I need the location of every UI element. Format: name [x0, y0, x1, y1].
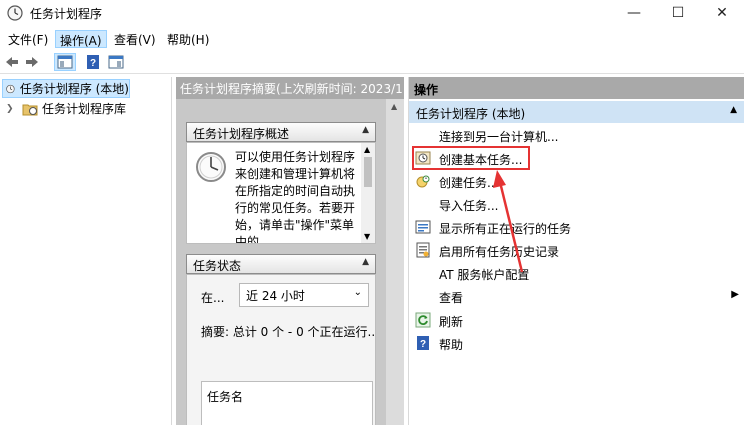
toolbar: ? — [0, 50, 744, 74]
status-summary: 摘要: 总计 0 个 - 0 个正在运行... — [201, 325, 376, 339]
action-label: 创建任务... — [439, 176, 499, 190]
action-label: 导入任务... — [439, 199, 499, 213]
overview-section-body: 可以使用任务计划程序来创建和管理计算机将在所指定的时间自动执行的常见任务。若要开… — [186, 142, 376, 244]
running-tasks-icon — [415, 220, 431, 234]
overview-title: 任务计划程序概述 — [193, 127, 290, 141]
chevron-down-icon: ⌄ — [353, 287, 362, 298]
title-bar: 任务计划程序 — ☐ ✕ — [0, 0, 744, 26]
action-view[interactable]: 查看 ▶ — [409, 285, 744, 307]
collapse-up-icon[interactable]: ▲ — [362, 125, 369, 135]
forward-button[interactable] — [24, 53, 40, 71]
actions-pane: 操作 任务计划程序 (本地) ▲ 连接到另一台计算机... 创建基本任务... … — [408, 77, 744, 425]
clock-icon — [7, 5, 23, 21]
action-help[interactable]: ? 帮助 — [409, 332, 744, 354]
status-section-body: 在... 近 24 小时 ⌄ 摘要: 总计 0 个 - 0 个正在运行... 任… — [186, 274, 376, 425]
submenu-arrow-icon: ▶ — [731, 289, 739, 300]
summary-pane: 任务计划程序摘要(上次刷新时间: 2023/11/ 任务计划程序概述 ▲ 可以使… — [176, 77, 404, 425]
chevron-right-icon[interactable]: ❯ — [6, 104, 18, 114]
menu-help[interactable]: 帮助(H) — [163, 30, 213, 48]
tree-item-label: 任务计划程序库 — [42, 102, 127, 116]
svg-text:?: ? — [90, 58, 96, 69]
status-range-select[interactable]: 近 24 小时 ⌄ — [239, 283, 369, 307]
task-list: 任务名 — [201, 381, 373, 425]
action-create-task[interactable]: 创建任务... — [409, 170, 744, 192]
show-hide-action-pane-button[interactable] — [106, 53, 126, 71]
highlight-box — [412, 146, 530, 170]
action-label: 查看 — [439, 291, 464, 305]
action-show-running-tasks[interactable]: 显示所有正在运行的任务 — [409, 216, 744, 238]
task-icon — [416, 175, 430, 188]
task-scheduler-window: 任务计划程序 — ☐ ✕ 文件(F) 操作(A) 查看(V) 帮助(H) ? 任 — [0, 0, 744, 425]
action-label: AT 服务帐户配置 — [439, 268, 530, 282]
actions-section-header[interactable]: 任务计划程序 (本地) ▲ — [409, 101, 744, 123]
menu-action[interactable]: 操作(A) — [55, 30, 107, 48]
overview-description: 可以使用任务计划程序来创建和管理计算机将在所指定的时间自动执行的常见任务。若要开… — [235, 150, 356, 244]
console-tree-icon — [57, 55, 73, 69]
folder-clock-icon — [22, 104, 38, 115]
back-arrow-icon — [6, 57, 18, 67]
help-toolbar-button[interactable]: ? — [84, 53, 102, 71]
task-name-column-header[interactable]: 任务名 — [207, 388, 243, 405]
status-title: 任务状态 — [193, 259, 242, 273]
collapse-up-icon[interactable]: ▲ — [730, 105, 737, 115]
action-label: 刷新 — [439, 315, 464, 329]
tree-item-task-scheduler-local[interactable]: 任务计划程序 (本地) — [2, 79, 130, 98]
help-book-icon: ? — [87, 55, 99, 69]
action-label: 帮助 — [439, 338, 464, 352]
large-clock-icon — [196, 152, 226, 182]
action-refresh[interactable]: 刷新 — [409, 309, 744, 331]
action-label: 显示所有正在运行的任务 — [439, 222, 572, 236]
action-label: 连接到另一台计算机... — [439, 130, 559, 144]
tree-item-task-library[interactable]: ❯ 任务计划程序库 — [6, 99, 126, 118]
minimize-button[interactable]: — — [612, 0, 656, 26]
tree-item-label: 任务计划程序 (本地) — [19, 82, 129, 96]
scroll-up-icon[interactable]: ▲ — [364, 145, 370, 154]
action-enable-history[interactable]: 启用所有任务历史记录 — [409, 239, 744, 261]
scroll-thumb[interactable] — [364, 157, 372, 187]
scroll-up-icon[interactable]: ▲ — [391, 102, 397, 111]
forward-arrow-icon — [26, 57, 38, 67]
menu-file[interactable]: 文件(F) — [4, 30, 52, 48]
menu-view[interactable]: 查看(V) — [110, 30, 160, 48]
maximize-button[interactable]: ☐ — [656, 0, 700, 26]
clock-icon — [6, 84, 15, 93]
status-range-value: 近 24 小时 — [246, 289, 305, 303]
menu-bar: 文件(F) 操作(A) 查看(V) 帮助(H) — [0, 28, 744, 48]
svg-text:?: ? — [420, 339, 426, 350]
actions-header: 操作 — [409, 77, 744, 99]
back-button[interactable] — [4, 53, 20, 71]
overview-section-header[interactable]: 任务计划程序概述 ▲ — [186, 122, 376, 142]
summary-header: 任务计划程序摘要(上次刷新时间: 2023/11/ — [176, 77, 404, 99]
action-import-task[interactable]: 导入任务... — [409, 193, 744, 215]
status-range-label: 在... — [201, 291, 225, 305]
window-title: 任务计划程序 — [30, 7, 103, 21]
status-section-header[interactable]: 任务状态 ▲ — [186, 254, 376, 274]
scroll-down-icon[interactable]: ▼ — [364, 232, 370, 241]
help-icon: ? — [417, 336, 429, 350]
actions-section-title: 任务计划程序 (本地) — [416, 107, 526, 121]
close-button[interactable]: ✕ — [700, 0, 744, 26]
collapse-up-icon[interactable]: ▲ — [362, 257, 369, 267]
show-hide-console-tree-button[interactable] — [54, 53, 76, 71]
refresh-icon — [415, 312, 431, 328]
history-icon — [416, 242, 430, 258]
action-connect-computer[interactable]: 连接到另一台计算机... — [409, 124, 744, 146]
action-label: 启用所有任务历史记录 — [439, 245, 560, 259]
console-tree: 任务计划程序 (本地) ❯ 任务计划程序库 — [0, 77, 172, 425]
action-at-service-account[interactable]: AT 服务帐户配置 — [409, 262, 744, 284]
summary-scrollbar[interactable]: ▲ — [386, 99, 404, 425]
action-pane-icon — [108, 55, 124, 69]
overview-scrollbar[interactable]: ▲ ▼ — [361, 143, 375, 243]
